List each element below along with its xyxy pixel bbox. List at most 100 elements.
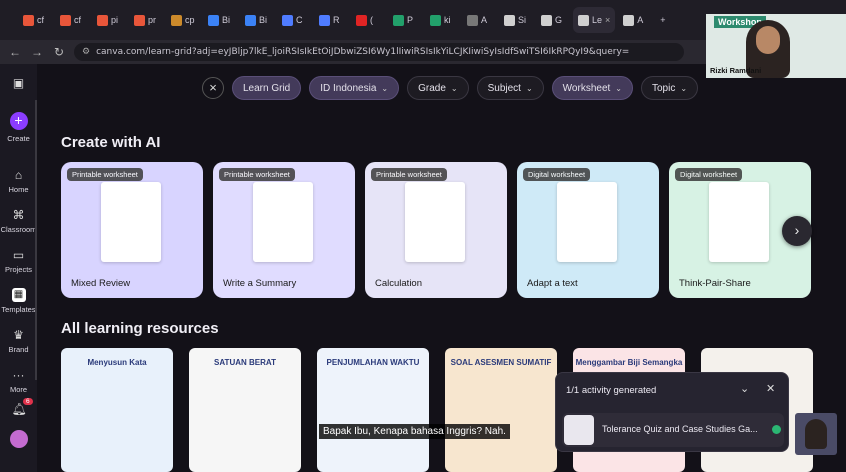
tab-favicon-icon xyxy=(319,14,330,26)
filter-chip-label: Worksheet xyxy=(562,82,611,94)
ai-card-write-a-summary[interactable]: Printable worksheet Write a Summary xyxy=(213,162,355,298)
ai-card-calculation[interactable]: Printable worksheet Calculation xyxy=(365,162,507,298)
resource-card[interactable]: PENJUMLAHAN WAKTU xyxy=(317,348,429,472)
filter-chip-label: Learn Grid xyxy=(243,82,291,94)
resource-card[interactable]: SATUAN BERAT xyxy=(189,348,301,472)
browser-tab[interactable]: ( xyxy=(351,7,385,33)
browser-tab[interactable]: cf xyxy=(55,7,89,33)
browser-tab[interactable]: pi xyxy=(92,7,126,33)
browser-tab[interactable]: A xyxy=(462,7,496,33)
browser-tab[interactable]: Bi xyxy=(240,7,274,33)
sidebar-item-label: Projects xyxy=(4,265,33,274)
filter-chip-id-indonesia[interactable]: ID Indonesia ⌄ xyxy=(309,76,400,100)
sidebar-item-more[interactable]: ··· More xyxy=(0,368,37,394)
card-tag: Printable worksheet xyxy=(67,168,143,181)
tab-favicon-icon xyxy=(623,14,635,26)
participant-silhouette xyxy=(805,419,827,449)
sidebar-item-classroom[interactable]: ⌘ Classroom xyxy=(0,208,37,234)
create-with-ai-heading: Create with AI xyxy=(61,134,161,151)
browser-tab[interactable]: P xyxy=(388,7,422,33)
sidebar-item-create[interactable]: + Create xyxy=(0,112,37,143)
close-tab-icon[interactable]: × xyxy=(605,15,610,25)
url-text: canva.com/learn-grid?adj=eyJBljp7lkE_ljo… xyxy=(96,47,630,57)
sidebar-toggle[interactable]: ▣ xyxy=(0,76,37,93)
tab-label: ki xyxy=(444,15,451,25)
resource-card[interactable]: Menyusun Kata xyxy=(61,348,173,472)
browser-tab[interactable]: cf xyxy=(18,7,52,33)
generated-activity-item[interactable]: Tolerance Quiz and Case Studies Ga... xyxy=(562,413,784,447)
tab-label: Bi xyxy=(259,15,268,25)
tab-label: A xyxy=(637,15,644,25)
chevron-down-icon: ⌄ xyxy=(381,83,389,93)
browser-tab[interactable]: C xyxy=(277,7,311,33)
tab-favicon-icon xyxy=(393,14,404,26)
filter-chip-subject[interactable]: Subject ⌄ xyxy=(476,76,544,100)
sidebar-item-templates[interactable]: ▦ Templates xyxy=(0,288,37,314)
sidebar-item-label: Classroom xyxy=(0,225,37,234)
url-field[interactable]: ⚙ canva.com/learn-grid?adj=eyJBljp7lkE_l… xyxy=(74,43,684,61)
worksheet-preview xyxy=(405,182,465,262)
resource-card[interactable]: SOAL ASESMEN SUMATIF xyxy=(445,348,557,472)
worksheet-preview xyxy=(557,182,617,262)
chevron-down-icon: ⌄ xyxy=(450,83,458,93)
tab-label: Si xyxy=(518,15,527,25)
ai-card-mixed-review[interactable]: Printable worksheet Mixed Review xyxy=(61,162,203,298)
close-icon[interactable]: × xyxy=(202,77,224,99)
sidebar-item-projects[interactable]: ▭ Projects xyxy=(0,248,37,274)
tab-label: P xyxy=(407,15,414,25)
browser-tab[interactable]: A xyxy=(618,7,652,33)
close-icon[interactable]: ✕ xyxy=(766,382,775,395)
brand-icon: ♛ xyxy=(13,328,24,342)
canva-sidebar: ▣ + Create ⌂ Home ⌘ Classroom ▭ Projects… xyxy=(0,64,37,472)
filter-chip-learn-grid[interactable]: Learn Grid xyxy=(232,76,302,100)
browser-tab[interactable]: cp xyxy=(166,7,200,33)
tab-favicon-icon xyxy=(356,14,367,26)
tab-label: R xyxy=(333,15,340,25)
tab-label: cf xyxy=(74,15,82,25)
tab-label: A xyxy=(481,15,488,25)
filter-chip-label: Topic xyxy=(652,82,676,94)
forward-icon[interactable]: → xyxy=(30,45,44,59)
tab-favicon-icon xyxy=(60,14,71,26)
folder-icon: ▭ xyxy=(12,248,25,262)
account-avatar[interactable] xyxy=(0,430,37,451)
tab-label: cf xyxy=(37,15,45,25)
filter-bar: × Learn Grid ID Indonesia ⌄ Grade ⌄ Subject ⌄ W… xyxy=(202,76,699,100)
back-icon[interactable]: ← xyxy=(8,45,22,59)
tab-label: ( xyxy=(370,15,373,25)
tab-label: G xyxy=(555,15,563,25)
browser-tab[interactable]: R xyxy=(314,7,348,33)
reload-icon[interactable]: ↻ xyxy=(52,45,66,59)
filter-chip-label: Subject xyxy=(487,82,521,94)
document-icon xyxy=(564,415,594,445)
notification-badge: 6 xyxy=(23,398,33,405)
browser-tab[interactable]: pr xyxy=(129,7,163,33)
avatar xyxy=(9,430,28,448)
filter-chip-label: ID Indonesia xyxy=(320,82,377,94)
chevron-down-icon[interactable]: ⌄ xyxy=(740,382,749,395)
participant-thumbnail xyxy=(795,413,837,455)
sidebar-item-home[interactable]: ⌂ Home xyxy=(0,168,37,194)
sidebar-item-label: Create xyxy=(7,134,30,143)
browser-tab[interactable]: Le × xyxy=(573,7,616,33)
notifications-button[interactable]: 🔔︎ 6 xyxy=(0,398,37,419)
card-tag: Printable worksheet xyxy=(219,168,295,181)
new-tab-button[interactable]: + xyxy=(655,7,689,33)
chevron-right-icon: › xyxy=(794,222,800,238)
browser-tab[interactable]: G xyxy=(536,7,570,33)
sidebar-item-label: Brand xyxy=(8,345,29,354)
filter-chip-worksheet[interactable]: Worksheet ⌄ xyxy=(551,76,633,100)
tab-favicon-icon xyxy=(245,14,256,26)
browser-tab[interactable]: Bi xyxy=(203,7,237,33)
sidebar-item-brand[interactable]: ♛ Brand xyxy=(0,328,37,354)
filter-chip-topic[interactable]: Topic ⌄ xyxy=(641,76,699,100)
ai-card-adapt-a-text[interactable]: Digital worksheet Adapt a text xyxy=(517,162,659,298)
tab-label: pr xyxy=(148,15,157,25)
chevron-down-icon: ⌄ xyxy=(615,83,622,93)
browser-tab[interactable]: Si xyxy=(499,7,533,33)
next-arrow-button[interactable]: › xyxy=(782,216,812,246)
filter-chip-grade[interactable]: Grade ⌄ xyxy=(407,76,469,100)
site-info-icon[interactable]: ⚙ xyxy=(82,47,90,57)
resource-title: PENJUMLAHAN WAKTU xyxy=(326,358,420,367)
browser-tab[interactable]: ki xyxy=(425,7,459,33)
